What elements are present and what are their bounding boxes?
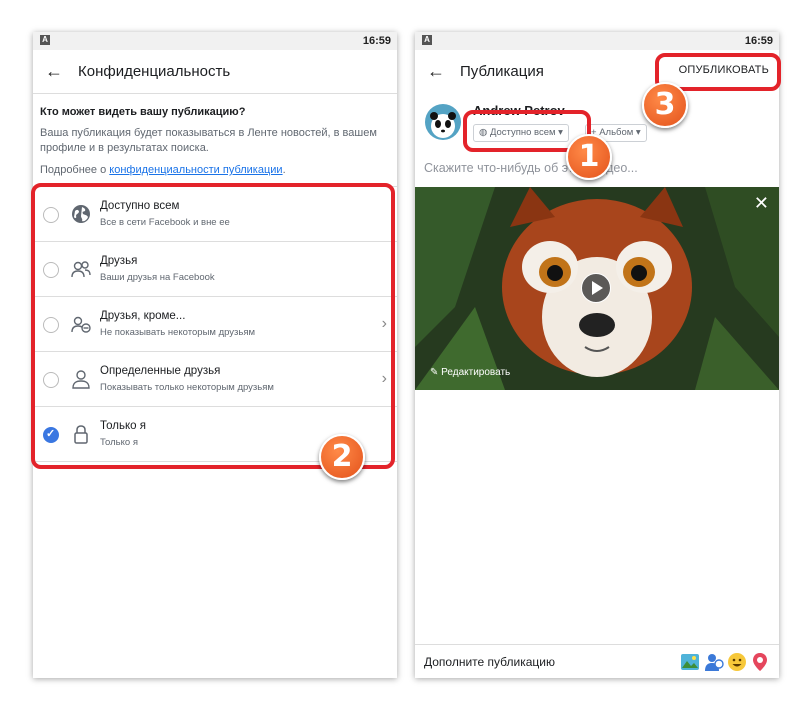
question-description: Ваша публикация будет показываться в Лен… — [40, 127, 377, 154]
back-arrow-icon[interactable]: ← — [427, 61, 445, 81]
feeling-icon[interactable] — [727, 652, 747, 672]
more-info-suffix: . — [282, 164, 286, 176]
notification-icon: A — [422, 35, 432, 45]
more-info-prefix: Подробнее о — [40, 164, 110, 176]
video-preview[interactable]: ✕ ✎ Редактировать — [415, 187, 779, 390]
app-bar: ← Конфиденциальность — [33, 50, 397, 94]
location-icon[interactable] — [750, 652, 770, 672]
step-badge-3: 3 — [642, 82, 688, 128]
status-bar: A 16:59 — [33, 32, 397, 50]
edit-video-button[interactable]: ✎ Редактировать — [430, 367, 510, 378]
question-title: Кто может видеть вашу публикацию? — [40, 106, 246, 118]
options-highlight — [31, 183, 395, 469]
close-icon[interactable]: ✕ — [754, 193, 769, 214]
more-info: Подробнее о конфиденциальности публикаци… — [33, 156, 397, 176]
album-label: Альбом — [599, 127, 634, 138]
step-badge-1: 1 — [566, 134, 612, 180]
step-badge-2: 2 — [319, 434, 365, 480]
play-icon[interactable] — [581, 273, 611, 303]
page-title: Публикация — [460, 63, 544, 80]
panda-avatar-icon — [430, 112, 456, 138]
page-title: Конфиденциальность — [78, 63, 231, 80]
privacy-link[interactable]: конфиденциальности публикации — [109, 164, 282, 176]
status-time: 16:59 — [362, 35, 391, 47]
back-arrow-icon[interactable]: ← — [45, 61, 63, 81]
status-time: 16:59 — [744, 35, 773, 47]
dropdown-arrow-icon: ▾ — [633, 127, 641, 138]
photo-icon[interactable] — [680, 652, 700, 672]
status-bar: A 16:59 — [415, 32, 779, 50]
tag-people-icon[interactable] — [704, 652, 724, 672]
magic-wand-icon: ✎ — [430, 367, 442, 378]
edit-label: Редактировать — [441, 367, 511, 378]
avatar — [425, 104, 461, 140]
add-to-post-label: Дополните публикацию — [424, 655, 555, 669]
notification-icon: A — [40, 35, 50, 45]
add-to-post-bar[interactable]: Дополните публикацию — [415, 644, 779, 678]
